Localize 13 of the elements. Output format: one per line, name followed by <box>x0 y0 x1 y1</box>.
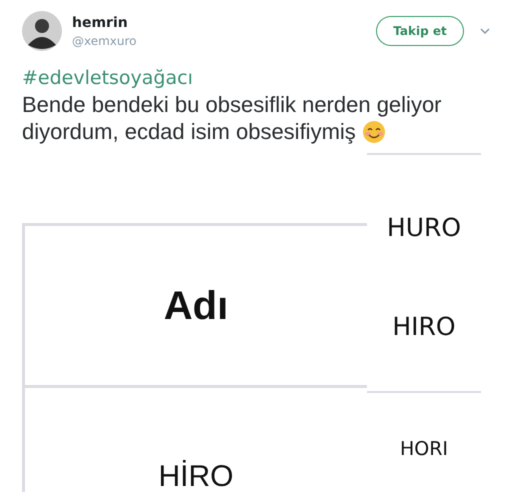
avatar[interactable] <box>22 11 62 51</box>
smiling-face-icon <box>362 120 386 144</box>
tweet-text-line: diyordum, ecdad isim obsesifiymiş <box>22 118 356 145</box>
author-handle: @xemxuro <box>72 34 138 48</box>
table-cell-text: Adı <box>164 286 228 326</box>
table-cell-text: HİRO <box>158 462 234 492</box>
table-cell-text: HORI <box>400 440 448 459</box>
table-cell-text: HURO <box>386 215 462 240</box>
author-name[interactable]: hemrin <box>72 14 376 30</box>
table-cell-text: HIRO <box>392 314 456 339</box>
tweet-text-line: Bende bendeki bu obsesiflik nerden geliyor <box>22 91 442 118</box>
follow-button[interactable]: Takip et <box>376 16 464 46</box>
hashtag-link[interactable]: #edevletsoyağacı <box>22 66 492 91</box>
